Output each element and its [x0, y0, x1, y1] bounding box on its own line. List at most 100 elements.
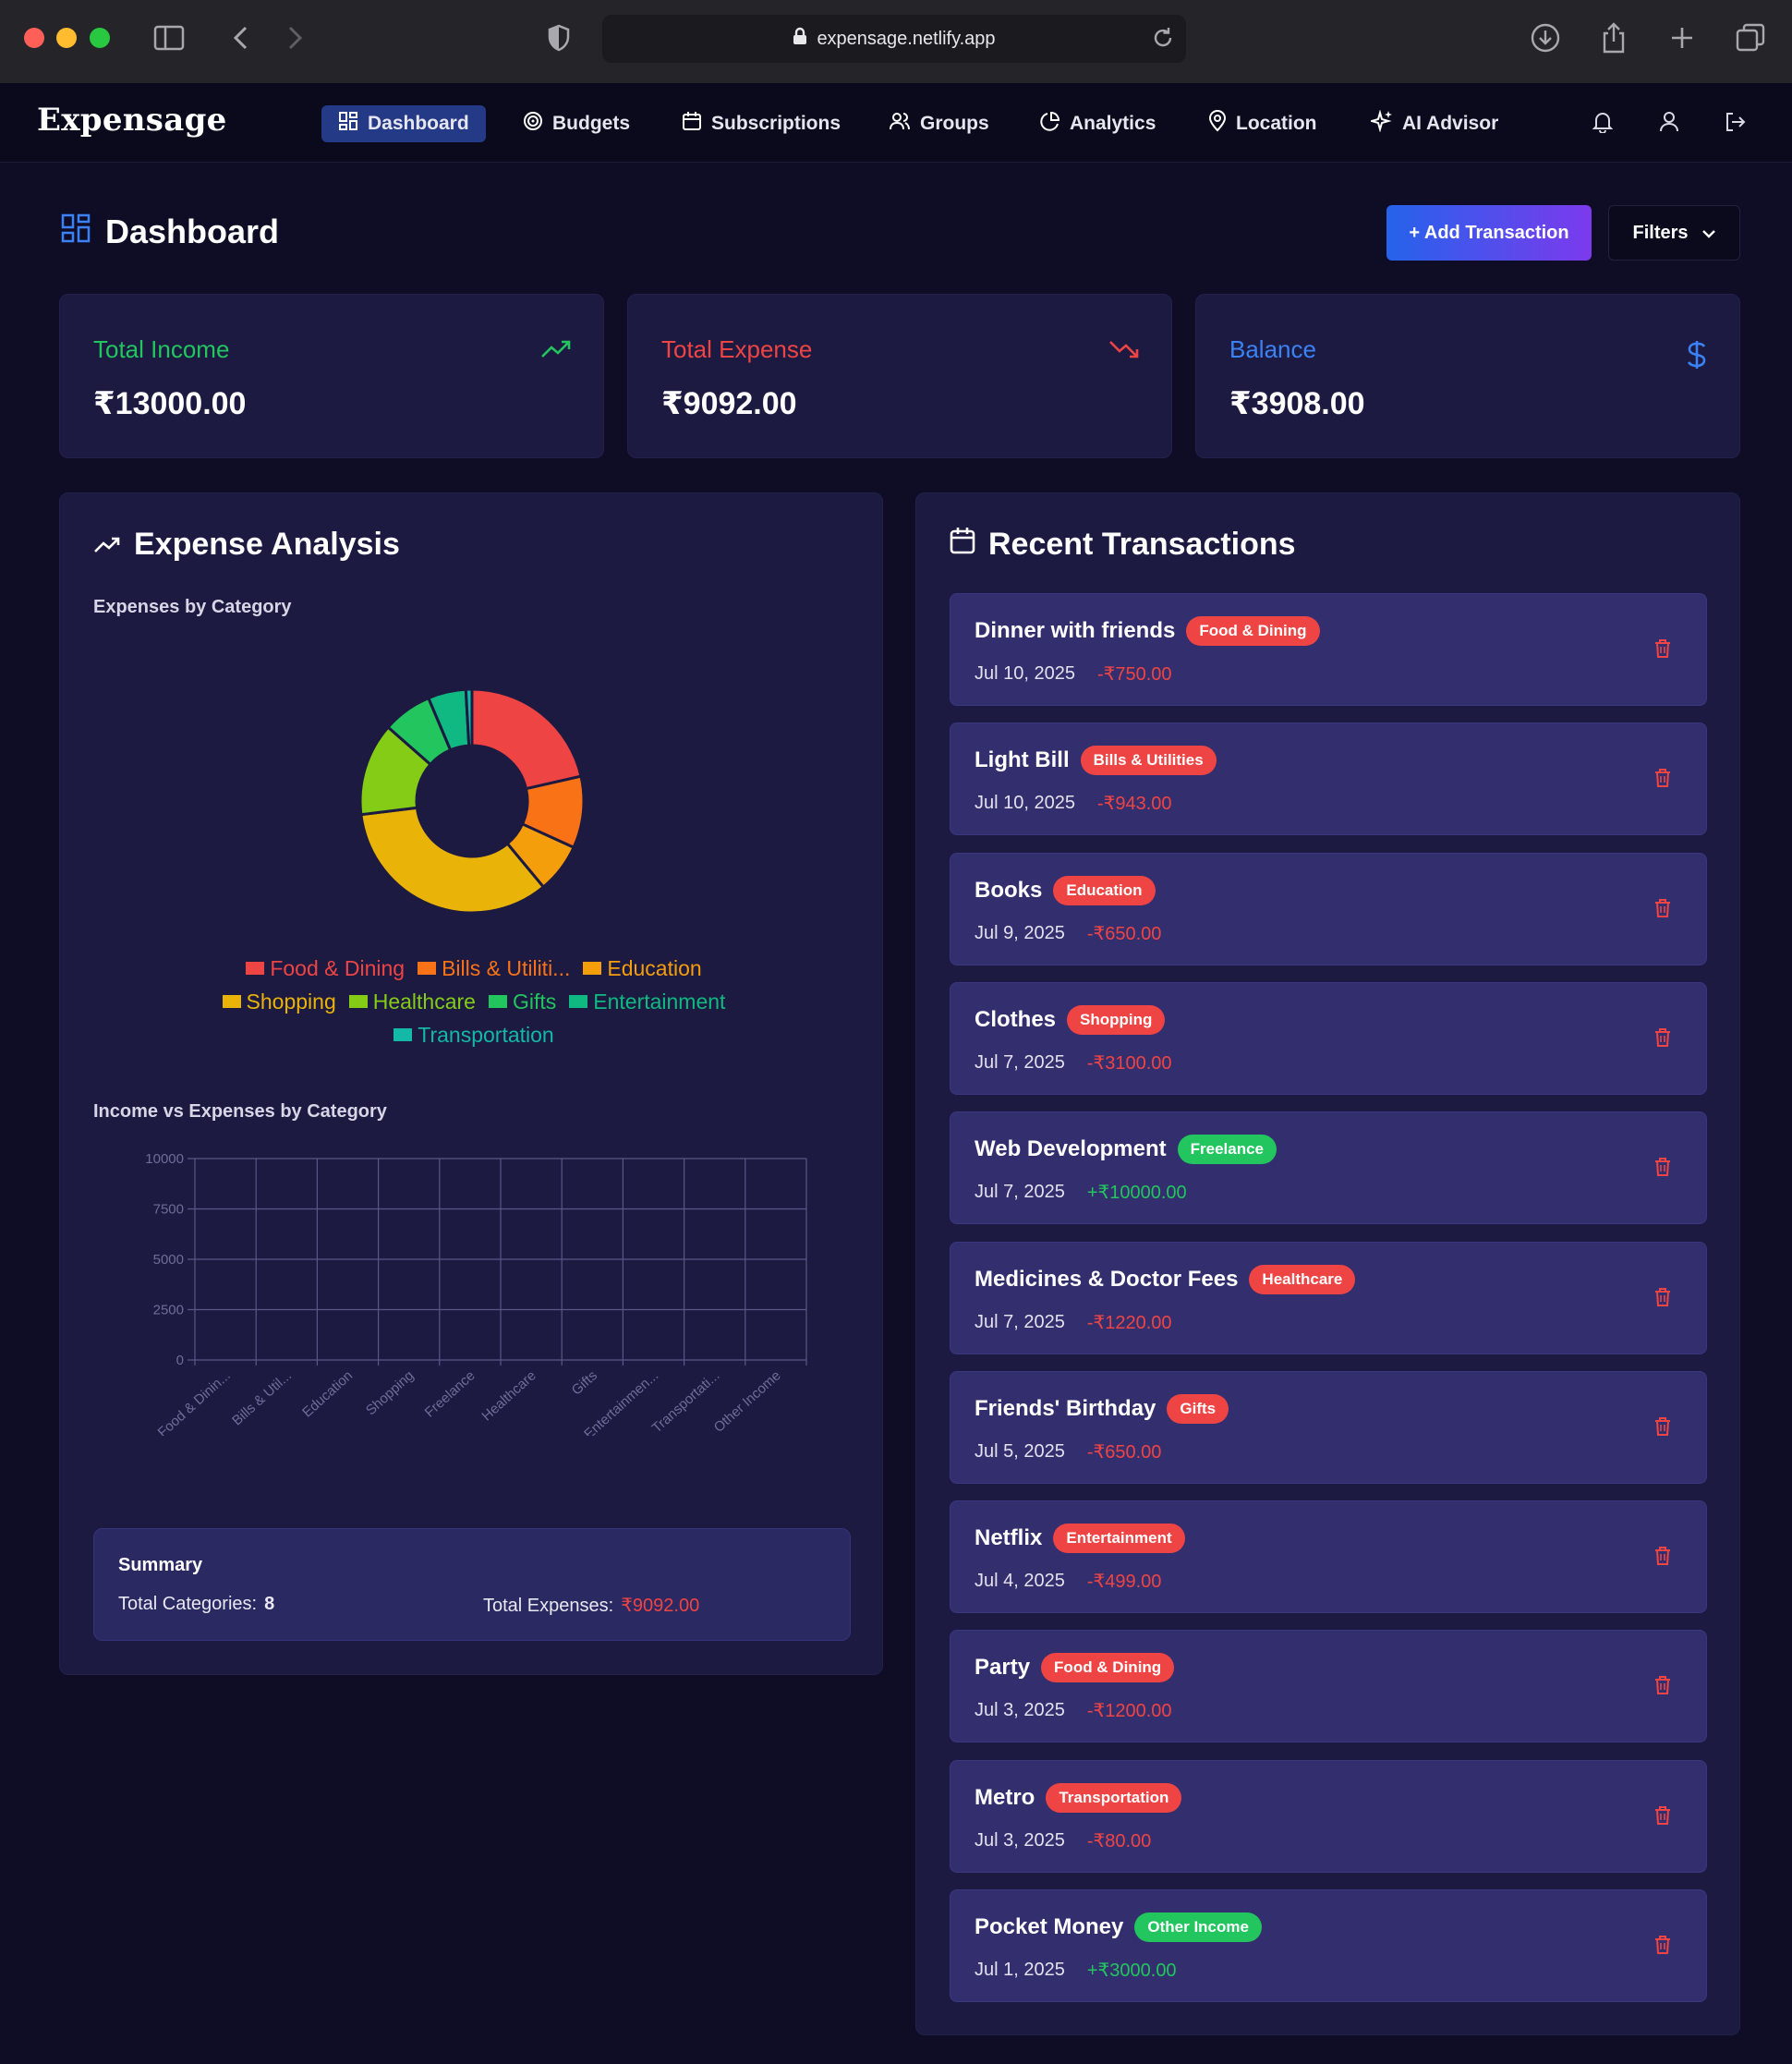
transaction-card[interactable]: Books Education Jul 9, 2025 -₹650.00 — [950, 852, 1707, 965]
legend-item[interactable]: Bills & Utiliti... — [418, 956, 570, 981]
privacy-shield-icon[interactable] — [541, 20, 576, 55]
close-window-button[interactable] — [24, 28, 44, 48]
trash-icon[interactable] — [1654, 1157, 1671, 1182]
income-label: Total Income — [93, 335, 230, 363]
trash-icon[interactable] — [1654, 1027, 1671, 1052]
transaction-name: Web Development — [975, 1136, 1167, 1162]
maximize-window-button[interactable] — [90, 28, 110, 48]
legend-item[interactable]: Education — [583, 956, 702, 981]
forward-icon[interactable] — [277, 20, 312, 55]
transaction-date: Jul 3, 2025 — [975, 1700, 1065, 1721]
nav-ai-advisor[interactable]: AI Advisor — [1354, 105, 1515, 142]
reload-icon[interactable] — [1151, 26, 1175, 55]
tab-overview-icon[interactable] — [1733, 20, 1768, 55]
nav-analytics[interactable]: Analytics — [1023, 105, 1172, 142]
pie-legend: Food & Dining Bills & Utiliti... Education… — [60, 952, 888, 1051]
transaction-card[interactable]: Light Bill Bills & Utilities Jul 10, 2025-… — [950, 722, 1707, 836]
trash-icon[interactable] — [1654, 1805, 1671, 1830]
minimize-window-button[interactable] — [56, 28, 77, 48]
map-pin-icon — [1208, 110, 1227, 138]
transaction-header: Party Food & Dining — [975, 1653, 1175, 1683]
address-bar[interactable]: expensage.netlify.app — [602, 15, 1186, 63]
legend-row: Food & Dining Bills & Utiliti... Education — [60, 952, 888, 985]
legend-item[interactable]: Transportation — [394, 1023, 554, 1048]
trash-icon[interactable] — [1654, 1935, 1671, 1960]
transaction-card[interactable]: Clothes Shopping Jul 7, 2025 -₹3100.00 — [950, 981, 1707, 1095]
legend-label: Bills & Utiliti... — [442, 955, 571, 980]
brand-logo[interactable]: Expensage — [37, 102, 227, 139]
transaction-date: Jul 1, 2025 — [975, 1960, 1065, 1980]
trash-icon[interactable] — [1654, 638, 1671, 663]
nav-analytics-label: Analytics — [1070, 113, 1156, 134]
transaction-name: Pocket Money — [975, 1914, 1124, 1939]
legend-item[interactable]: Entertainment — [569, 990, 725, 1014]
transaction-date: Jul 5, 2025 — [975, 1440, 1065, 1462]
transaction-date: Jul 10, 2025 — [975, 793, 1075, 814]
category-badge: Entertainment — [1053, 1524, 1185, 1554]
transaction-card[interactable]: Netflix Entertainment Jul 4, 2025 -₹499.00 — [950, 1500, 1707, 1614]
transaction-amount: -₹650.00 — [1086, 923, 1162, 944]
transaction-meta: Jul 10, 2025 -₹750.00 — [975, 662, 1172, 686]
category-badge: Transportation — [1046, 1782, 1182, 1813]
nav-dashboard[interactable]: Dashboard — [321, 105, 486, 142]
add-transaction-button[interactable]: + Add Transaction — [1386, 205, 1592, 261]
expense-donut-chart — [358, 687, 586, 915]
transaction-card[interactable]: Dinner with friends Food & Dining Jul 10, … — [950, 593, 1707, 706]
chevron-down-icon — [1701, 223, 1716, 244]
nav-groups[interactable]: Groups — [872, 105, 1006, 142]
dashboard-grid-icon — [61, 212, 91, 251]
legend-swatch — [583, 962, 602, 975]
legend-item[interactable]: Healthcare — [348, 990, 476, 1014]
nav-budgets[interactable]: Budgets — [506, 105, 647, 142]
trash-icon[interactable] — [1654, 1287, 1671, 1312]
trash-icon[interactable] — [1654, 1416, 1671, 1441]
recent-transactions-title-text: Recent Transactions — [988, 527, 1296, 562]
transaction-name: Netflix — [975, 1525, 1043, 1551]
transaction-date: Jul 3, 2025 — [975, 1829, 1065, 1851]
transaction-card[interactable]: Metro Transportation Jul 3, 2025 -₹80.00 — [950, 1759, 1707, 1873]
legend-item[interactable]: Shopping — [222, 990, 336, 1014]
logout-icon[interactable] — [1724, 111, 1746, 138]
app-navbar: Expensage Dashboard Budgets Subscription… — [0, 83, 1792, 163]
transaction-meta: Jul 5, 2025 -₹650.00 — [975, 1440, 1161, 1463]
sidebar-toggle-icon[interactable] — [151, 20, 187, 55]
nav-dashboard-label: Dashboard — [368, 113, 469, 134]
transaction-card[interactable]: Pocket Money Other Income Jul 1, 2025 +₹300… — [950, 1889, 1707, 2002]
nav-ai-advisor-label: AI Advisor — [1402, 113, 1499, 134]
transaction-header: Web Development Freelance — [975, 1135, 1277, 1165]
transaction-date: Jul 10, 2025 — [975, 663, 1075, 684]
transaction-date: Jul 7, 2025 — [975, 1051, 1065, 1073]
transaction-card[interactable]: Web Development Freelance Jul 7, 2025 +₹100… — [950, 1111, 1707, 1225]
legend-item[interactable]: Food & Dining — [246, 956, 405, 981]
back-icon[interactable] — [224, 20, 259, 55]
trash-icon[interactable] — [1654, 768, 1671, 793]
transaction-card[interactable]: Party Food & Dining Jul 3, 2025 -₹1200.00 — [950, 1630, 1707, 1743]
nav-location[interactable]: Location — [1192, 105, 1334, 142]
trash-icon[interactable] — [1654, 898, 1671, 923]
total-expenses-value: ₹9092.00 — [621, 1596, 700, 1616]
new-tab-icon[interactable] — [1665, 20, 1700, 55]
transaction-card[interactable]: Medicines & Doctor Fees Healthcare Jul 7, … — [950, 1241, 1707, 1354]
category-badge: Other Income — [1134, 1912, 1262, 1942]
balance-card: Balance ₹3908.00 — [1195, 294, 1740, 458]
filters-button[interactable]: Filters — [1608, 205, 1740, 261]
nav-subscriptions-label: Subscriptions — [711, 113, 842, 134]
transaction-name: Medicines & Doctor Fees — [975, 1266, 1239, 1292]
bell-icon[interactable] — [1592, 111, 1614, 138]
legend-label: Food & Dining — [270, 955, 406, 980]
transaction-meta: Jul 1, 2025 +₹3000.00 — [975, 1959, 1177, 1982]
download-icon[interactable] — [1528, 20, 1563, 55]
transaction-header: Medicines & Doctor Fees Healthcare — [975, 1264, 1356, 1294]
share-icon[interactable] — [1596, 20, 1631, 55]
nav-subscriptions[interactable]: Subscriptions — [665, 105, 857, 142]
x-tick-label: Other Income — [711, 1367, 784, 1435]
income-value: ₹13000.00 — [93, 386, 247, 421]
trash-icon[interactable] — [1654, 1675, 1671, 1700]
x-tick-label: Healthcare — [478, 1367, 539, 1424]
trash-icon[interactable] — [1654, 1546, 1671, 1571]
user-icon[interactable] — [1659, 111, 1679, 138]
legend-label: Gifts — [512, 989, 557, 1014]
legend-item[interactable]: Gifts — [488, 989, 557, 1014]
calendar-icon — [682, 111, 702, 137]
transaction-card[interactable]: Friends' Birthday Gifts Jul 5, 2025 -₹650.0… — [950, 1370, 1707, 1484]
